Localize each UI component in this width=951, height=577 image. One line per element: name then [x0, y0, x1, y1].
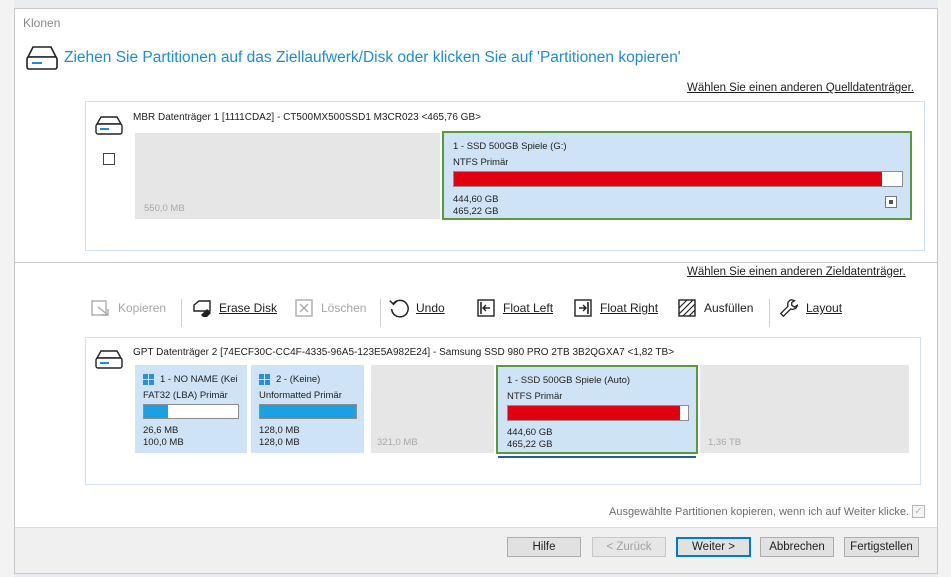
target-partition-1[interactable]: 1 - NO NAME (Kei FAT32 (LBA) Primär 26,6… [135, 365, 247, 453]
target-ssd-partition[interactable]: 1 - SSD 500GB Spiele (Auto) NTFS Primär … [496, 365, 698, 454]
erase-disk-button[interactable]: Erase Disk [191, 293, 277, 323]
usage-bar [507, 405, 689, 421]
delete-icon [293, 297, 315, 319]
clone-dialog: Klonen Ziehen Sie Partitionen auf das Zi… [14, 8, 938, 574]
usage-bar [259, 404, 357, 419]
background-window-left [0, 0, 14, 577]
partition-underline [498, 456, 696, 458]
copy-on-next-note: Ausgewählte Partitionen kopieren, wenn i… [608, 506, 909, 518]
float-left-button[interactable]: Float Left [475, 293, 553, 323]
finish-button[interactable]: Fertigstellen [844, 537, 919, 557]
copy-icon [90, 297, 112, 319]
partition-name: 2 - (Keine) [276, 374, 321, 385]
partition-name: 1 - SSD 500GB Spiele (G:) [453, 141, 567, 152]
float-right-label: Float Right [600, 301, 659, 315]
partition-used: 128,0 MB [259, 425, 300, 436]
cancel-button[interactable]: Abbrechen [760, 537, 834, 557]
partition-filesystem: FAT32 (LBA) Primär [143, 390, 228, 401]
fill-icon [676, 297, 698, 319]
partition-name: 1 - SSD 500GB Spiele (Auto) [507, 375, 631, 386]
toolbar-separator [769, 299, 770, 327]
partition-total: 128,0 MB [259, 437, 300, 448]
delete-label: Löschen [321, 301, 367, 315]
partition-size: 1,36 TB [708, 437, 742, 448]
wrench-icon [778, 297, 800, 319]
partition-name: 1 - NO NAME (Kei [160, 374, 238, 385]
target-disk-label: GPT Datenträger 2 [74ECF30C-CC4F-4335-96… [133, 347, 675, 358]
float-right-button[interactable]: Float Right [572, 293, 658, 323]
choose-source-disk-link[interactable]: Wählen Sie einen anderen Quelldatenträge… [687, 82, 914, 94]
window-title: Klonen [23, 16, 61, 30]
drive-icon [24, 43, 60, 82]
copy-label: Kopieren [118, 301, 167, 315]
partition-total: 100,0 MB [143, 437, 184, 448]
disk-icon [94, 114, 124, 145]
float-right-icon [572, 297, 594, 319]
partition-used: 26,6 MB [143, 425, 179, 436]
toolbar-separator [380, 299, 381, 327]
undo-icon [388, 297, 410, 319]
usage-bar [143, 404, 239, 419]
page-heading: Ziehen Sie Partitionen auf das Ziellaufw… [64, 49, 681, 66]
windows-icon [143, 374, 155, 386]
fill-label: Ausfüllen [704, 301, 754, 315]
partition-total: 465,22 GB [507, 439, 553, 450]
eraser-icon [191, 297, 213, 319]
source-select-checkbox[interactable] [103, 153, 115, 165]
layout-button[interactable]: Layout [778, 293, 842, 323]
target-free-space[interactable]: 1,36 TB [700, 365, 909, 453]
delete-button[interactable]: Löschen [293, 293, 366, 323]
undo-button[interactable]: Undo [388, 293, 445, 323]
copy-button[interactable]: Kopieren [90, 293, 166, 323]
float-left-icon [475, 297, 497, 319]
divider [15, 262, 937, 263]
choose-target-disk-link[interactable]: Wählen Sie einen anderen Zieldatenträger… [687, 266, 906, 278]
partition-size: 550,0 MB [144, 203, 185, 214]
target-partition-2[interactable]: 2 - (Keine) Unformatted Primär 128,0 MB … [251, 365, 364, 453]
help-button[interactable]: Hilfe [507, 537, 581, 557]
windows-icon [259, 374, 271, 386]
copy-on-next-checkbox[interactable]: ✓ [912, 505, 925, 518]
toolbar-separator [181, 299, 182, 327]
partition-filesystem: NTFS Primär [453, 157, 509, 168]
disk-icon [94, 348, 124, 379]
partition-total: 465,22 GB [453, 206, 499, 217]
partition-select-checkbox[interactable] [885, 196, 897, 208]
source-unallocated-partition[interactable]: 550,0 MB [135, 133, 440, 219]
usage-bar [453, 171, 903, 187]
partition-used: 444,60 GB [453, 194, 499, 205]
next-button[interactable]: Weiter > [676, 537, 751, 557]
target-unallocated-partition[interactable]: 321,0 MB [371, 365, 494, 453]
float-left-label: Float Left [503, 301, 554, 315]
layout-label: Layout [806, 301, 843, 315]
source-disk-panel: MBR Datenträger 1 [1111CDA2] - CT500MX50… [85, 101, 925, 251]
partition-filesystem: Unformatted Primär [259, 390, 342, 401]
source-ssd-partition[interactable]: 1 - SSD 500GB Spiele (G:) NTFS Primär 44… [442, 131, 912, 220]
background-window-right [938, 0, 951, 577]
source-disk-label: MBR Datenträger 1 [1111CDA2] - CT500MX50… [133, 112, 481, 123]
partition-filesystem: NTFS Primär [507, 391, 563, 402]
undo-label: Undo [416, 301, 445, 315]
partition-used: 444,60 GB [507, 427, 553, 438]
erase-disk-label: Erase Disk [219, 301, 278, 315]
back-button[interactable]: < Zurück [592, 537, 666, 557]
fill-button[interactable]: Ausfüllen [676, 293, 753, 323]
partition-size: 321,0 MB [377, 437, 418, 448]
target-disk-panel: GPT Datenträger 2 [74ECF30C-CC4F-4335-96… [85, 337, 921, 485]
